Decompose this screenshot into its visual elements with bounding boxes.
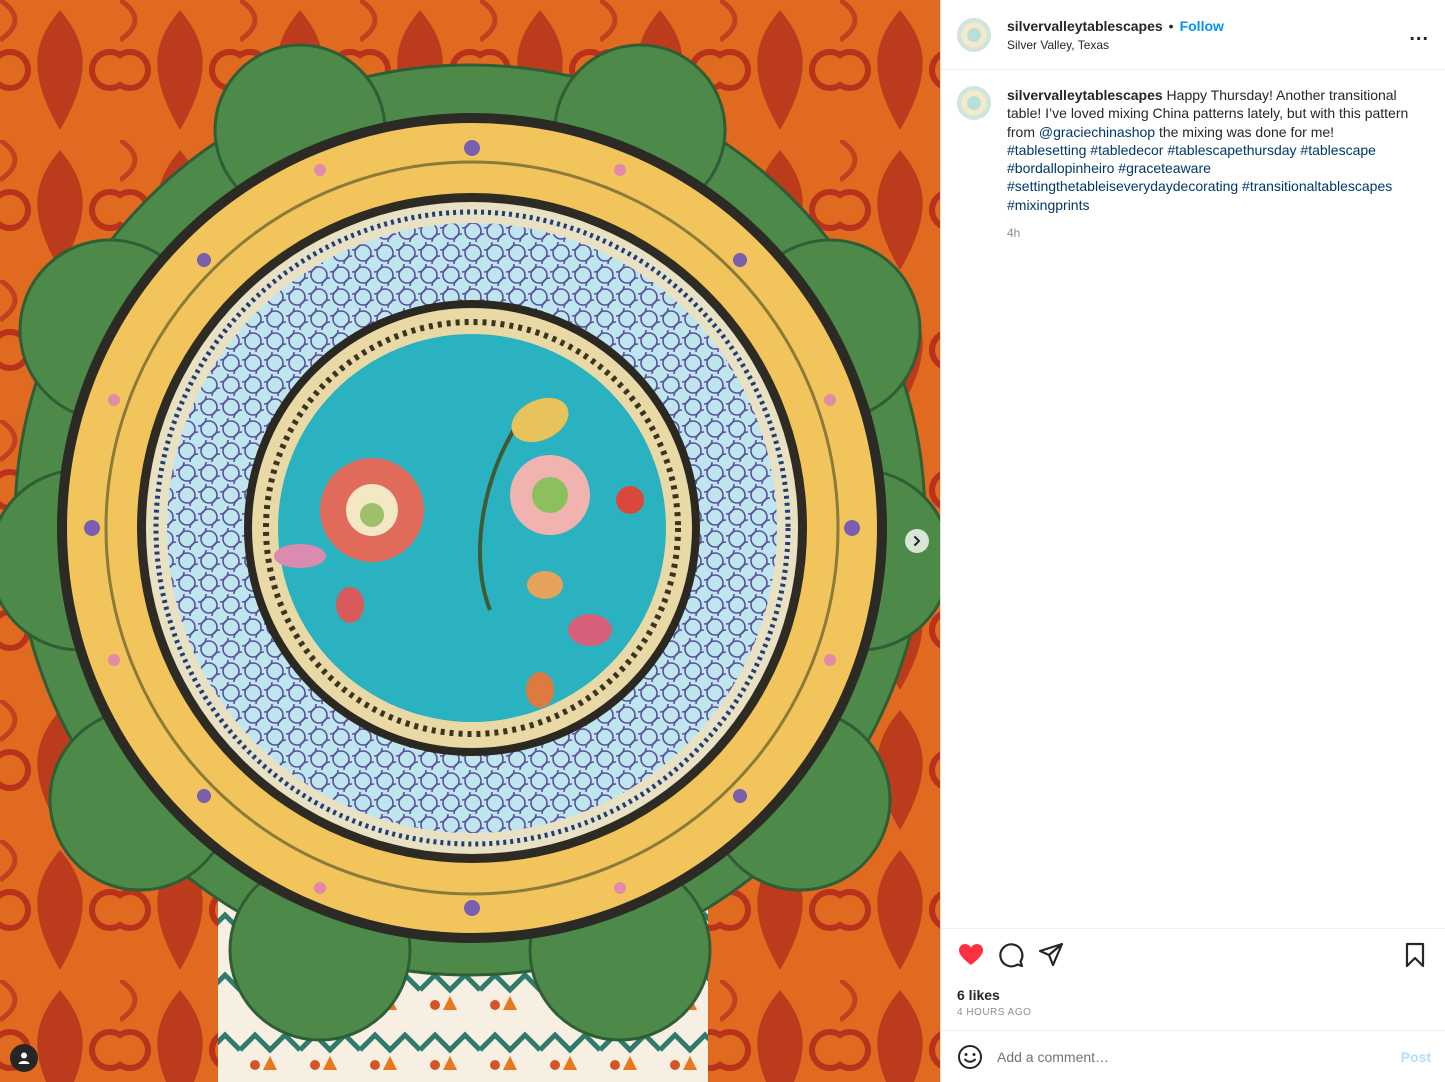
- caption-text-2: the mixing was done for me!: [1155, 123, 1335, 140]
- tagged-users-button[interactable]: [10, 1044, 38, 1072]
- like-button[interactable]: [957, 941, 985, 969]
- separator-dot: •: [1168, 17, 1174, 34]
- chevron-right-icon: [914, 536, 921, 546]
- post-comment-button[interactable]: Post: [1401, 1049, 1431, 1065]
- add-comment-bar: Post: [941, 1030, 1445, 1082]
- save-button[interactable]: [1401, 941, 1429, 969]
- comment-button[interactable]: [997, 941, 1025, 969]
- avatar[interactable]: [957, 17, 991, 52]
- post-timestamp: 4 HOURS AGO: [957, 1007, 1032, 1018]
- comments-area: silvervalleytablescapes Happy Thursday! …: [941, 70, 1445, 928]
- caption-time: 4h: [1007, 226, 1021, 241]
- action-bar: 6 likes 4 HOURS AGO: [941, 928, 1445, 1030]
- user-tag-icon: [18, 1052, 30, 1064]
- send-icon: [1038, 942, 1064, 967]
- heart-icon: [959, 944, 983, 965]
- emoji-button[interactable]: [957, 1044, 983, 1070]
- caption-avatar[interactable]: [957, 86, 991, 120]
- bookmark-icon: [1405, 942, 1425, 968]
- comment-input[interactable]: [997, 1048, 1401, 1065]
- tablescape-photo: [0, 0, 940, 1082]
- hashtags[interactable]: #tablesetting #tabledecor #tablescapethu…: [1007, 141, 1427, 214]
- emoji-icon: [958, 1044, 982, 1069]
- comment-icon: [999, 943, 1024, 968]
- next-image-button[interactable]: [905, 529, 929, 553]
- post-header: silvervalleytablescapes • Follow Silver …: [941, 0, 1445, 70]
- caption-username[interactable]: silvervalleytablescapes: [1007, 87, 1163, 103]
- username-link[interactable]: silvervalleytablescapes: [1007, 18, 1163, 34]
- likes-count[interactable]: 6 likes: [957, 987, 1429, 1003]
- post-image[interactable]: [0, 0, 940, 1082]
- more-options-button[interactable]: ...: [1409, 24, 1429, 44]
- share-button[interactable]: [1037, 941, 1065, 969]
- follow-button[interactable]: Follow: [1180, 18, 1224, 34]
- caption: silvervalleytablescapes Happy Thursday! …: [957, 86, 1429, 242]
- location-link[interactable]: Silver Valley, Texas: [1007, 38, 1224, 52]
- post-sidebar: silvervalleytablescapes • Follow Silver …: [941, 0, 1445, 1082]
- mention-link[interactable]: @graciechinashop: [1039, 124, 1155, 140]
